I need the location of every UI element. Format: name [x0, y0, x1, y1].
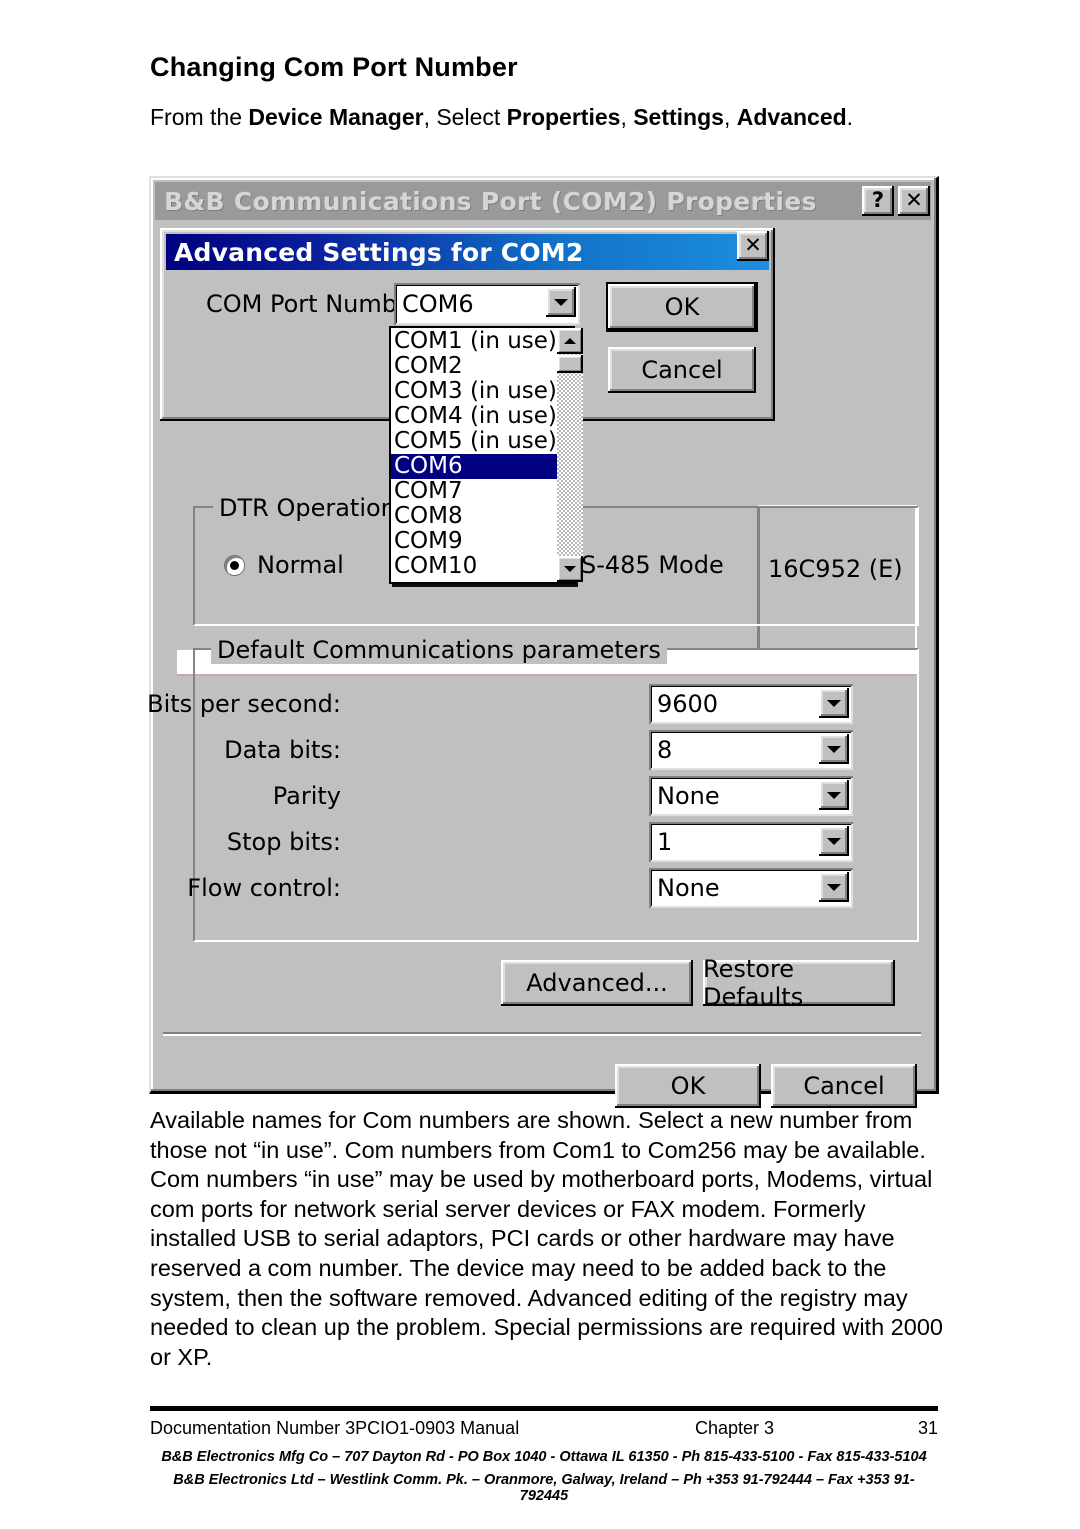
intro-advanced: Advanced	[736, 104, 847, 130]
com-port-number-combo[interactable]: COM6	[394, 283, 580, 325]
close-icon[interactable]: ✕	[898, 186, 930, 216]
combo-data-bits[interactable]: 8	[649, 730, 853, 770]
dialog-separator	[163, 1032, 921, 1036]
dtr-operation-legend: DTR Operation	[213, 494, 402, 522]
outer-dialog-title: B&B Communications Port (COM2) Propertie…	[164, 186, 817, 216]
footer-page-number: 31	[917, 1418, 938, 1438]
advanced-cancel-button[interactable]: Cancel	[608, 347, 756, 393]
label-data-bits: Data bits:	[224, 736, 341, 764]
intro-text-3: ,	[620, 104, 634, 130]
advanced-ok-button[interactable]: OK	[606, 282, 758, 332]
chevron-down-icon[interactable]	[546, 287, 576, 317]
combo-stop-bits[interactable]: 1	[649, 822, 853, 862]
intro-properties: Properties	[506, 104, 621, 130]
label-flow-control: Flow control:	[187, 874, 341, 902]
combo-value-data-bits: 8	[657, 736, 673, 764]
intro-paragraph: From the Device Manager, Select Properti…	[150, 102, 940, 132]
footer-address-eu: B&B Electronics Ltd – Westlink Comm. Pk.…	[173, 1472, 915, 1504]
combo-value-bits-per-second: 9600	[657, 690, 719, 718]
footer-divider	[150, 1406, 938, 1411]
list-item-selected[interactable]: COM6	[391, 454, 557, 479]
label-bits-per-second: Bits per second:	[147, 690, 341, 718]
restore-defaults-button[interactable]: Restore Defaults	[703, 955, 895, 1011]
scroll-up-icon[interactable]	[556, 328, 583, 354]
com-port-number-value: COM6	[402, 290, 474, 318]
intro-device-manager: Device Manager	[248, 104, 424, 130]
com-port-dropdown-list[interactable]: COM1 (in use) COM2 COM3 (in use) COM4 (i…	[389, 326, 583, 584]
list-item[interactable]: COM9	[391, 529, 557, 554]
combo-value-stop-bits: 1	[657, 828, 673, 856]
body-paragraph: Available names for Com numbers are show…	[150, 1107, 943, 1370]
default-communications-parameters-legend: Default Communications parameters	[211, 636, 667, 664]
chevron-down-icon[interactable]	[819, 780, 849, 810]
combo-value-parity: None	[657, 782, 720, 810]
footer-chapter: Chapter 3	[695, 1418, 775, 1438]
page-title: Changing Com Port Number	[150, 52, 518, 82]
intro-settings: Settings	[633, 104, 724, 130]
com-port-option-list[interactable]: COM1 (in use) COM2 COM3 (in use) COM4 (i…	[391, 328, 557, 582]
rs485-mode-label: S-485 Mode	[581, 551, 724, 579]
help-icon[interactable]: ?	[862, 186, 894, 216]
scroll-down-icon[interactable]	[556, 556, 583, 582]
list-item[interactable]: COM8	[391, 504, 557, 529]
list-item[interactable]: COM1 (in use)	[391, 329, 557, 354]
close-icon[interactable]: ✕	[737, 231, 769, 261]
combo-flow-control[interactable]: None	[649, 868, 853, 908]
dropdown-scrollbar[interactable]	[556, 328, 583, 582]
combo-bits-per-second[interactable]: 9600	[649, 684, 853, 724]
list-item[interactable]: COM3 (in use)	[391, 379, 557, 404]
footer-line-primary: Documentation Number 3PCIO1-0903 Manual …	[150, 1418, 940, 1439]
radio-normal-icon[interactable]	[225, 555, 244, 575]
label-parity: Parity	[272, 782, 341, 810]
footer-address-us: B&B Electronics Mfg Co – 707 Dayton Rd -…	[161, 1449, 927, 1465]
dtr-normal-radio-row[interactable]: Normal	[225, 551, 344, 579]
chevron-down-icon[interactable]	[819, 872, 849, 902]
combo-parity[interactable]: None	[649, 776, 853, 816]
advanced-settings-title: Advanced Settings for COM2	[174, 237, 584, 267]
ok-button[interactable]: OK	[615, 1064, 761, 1108]
list-item[interactable]: COM5 (in use)	[391, 429, 557, 454]
intro-text-2: , Select	[423, 104, 507, 130]
radio-normal-label: Normal	[257, 551, 344, 579]
footer-doc-number: Documentation Number 3PCIO1-0903 Manual	[150, 1418, 520, 1438]
advanced-button[interactable]: Advanced...	[501, 960, 693, 1006]
cancel-button[interactable]: Cancel	[771, 1064, 917, 1108]
advanced-settings-titlebar[interactable]: Advanced Settings for COM2	[166, 234, 769, 270]
list-item[interactable]: COM10	[391, 554, 557, 579]
intro-text-1: From the	[150, 104, 249, 130]
chevron-down-icon[interactable]	[819, 826, 849, 856]
list-item[interactable]: COM2	[391, 354, 557, 379]
intro-text-4: ,	[723, 104, 737, 130]
label-stop-bits: Stop bits:	[226, 828, 341, 856]
intro-text-5: .	[846, 104, 854, 130]
combo-value-flow-control: None	[657, 874, 720, 902]
outer-dialog-titlebar[interactable]: B&B Communications Port (COM2) Propertie…	[155, 182, 931, 220]
scrollbar-thumb[interactable]	[556, 355, 583, 373]
chevron-down-icon[interactable]	[819, 734, 849, 764]
list-item[interactable]: COM4 (in use)	[391, 404, 557, 429]
chevron-down-icon[interactable]	[819, 688, 849, 718]
list-item[interactable]: COM7	[391, 479, 557, 504]
